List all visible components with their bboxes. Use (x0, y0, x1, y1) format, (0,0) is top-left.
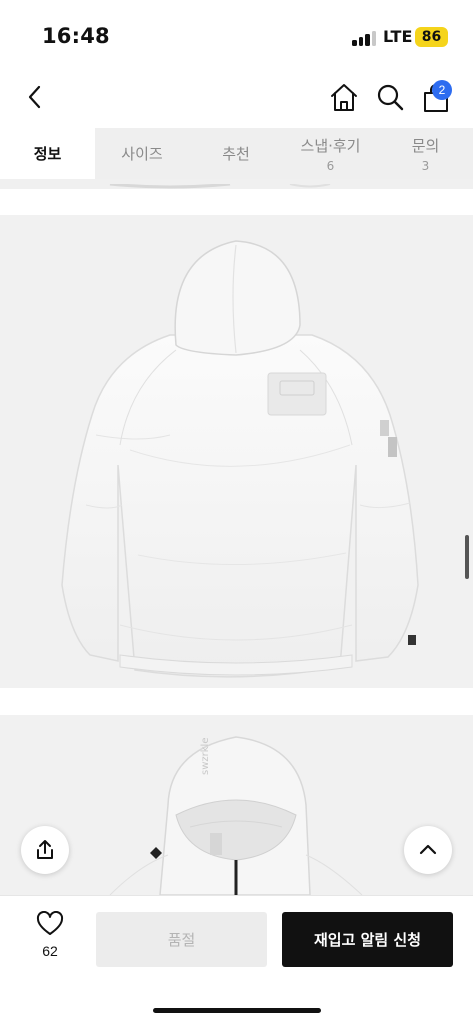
heart-icon (36, 910, 64, 935)
scroll-to-top-button[interactable] (404, 826, 452, 874)
tab-recommend[interactable]: 추천 (189, 128, 283, 179)
home-indicator[interactable] (153, 1008, 321, 1013)
purchase-bar: 62 품절 재입고 알림 신청 (0, 895, 473, 1024)
product-image-back (0, 215, 473, 688)
home-icon[interactable] (329, 82, 359, 114)
network-type: LTE (383, 27, 413, 46)
battery-indicator: 86 (415, 27, 448, 47)
top-navigation (0, 70, 473, 128)
chevron-left-icon[interactable] (22, 82, 50, 112)
product-tabs: 정보 사이즈 추천 스냅·후기 6 문의 3 (0, 128, 473, 179)
share-button[interactable] (21, 826, 69, 874)
search-icon[interactable] (375, 82, 405, 114)
chevron-up-icon (419, 844, 437, 855)
tab-count: 3 (421, 158, 430, 173)
scrollbar-thumb[interactable] (465, 535, 469, 579)
signal-icon (352, 30, 378, 46)
like-count: 62 (42, 943, 58, 959)
product-image-hood: swzrkle (0, 715, 473, 895)
tab-size[interactable]: 사이즈 (95, 128, 189, 179)
status-time: 16:48 (42, 24, 110, 48)
tab-label: 문의 (411, 136, 440, 155)
tab-label: 사이즈 (121, 145, 163, 163)
status-bar: 16:48 LTE 86 (0, 0, 473, 70)
tab-snap-review[interactable]: 스냅·후기 6 (283, 128, 378, 179)
like-button[interactable]: 62 (26, 910, 74, 967)
share-icon (37, 840, 53, 859)
svg-text:swzrkle: swzrkle (200, 738, 211, 775)
soldout-button: 품절 (96, 912, 267, 967)
tab-label: 스냅·후기 (300, 136, 361, 155)
tab-label: 정보 (33, 145, 62, 163)
tab-inquiry[interactable]: 문의 3 (378, 128, 473, 179)
restock-alert-button[interactable]: 재입고 알림 신청 (282, 912, 453, 967)
tab-label: 추천 (222, 145, 250, 163)
product-detail-content: swzrkle (0, 179, 473, 895)
cart-count-badge: 2 (432, 80, 452, 100)
tab-info[interactable]: 정보 (0, 128, 95, 179)
product-image-partial (0, 179, 473, 189)
tab-count: 6 (326, 158, 335, 173)
